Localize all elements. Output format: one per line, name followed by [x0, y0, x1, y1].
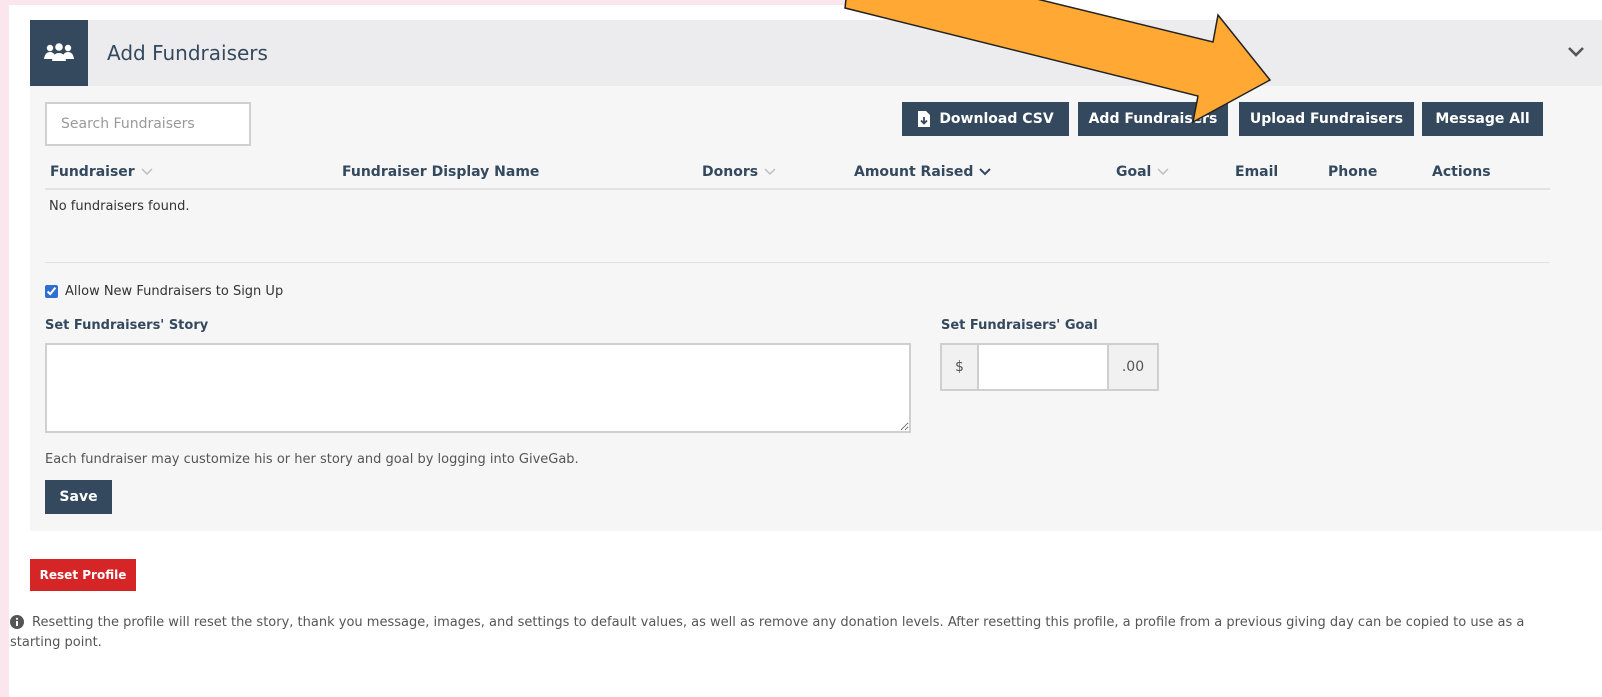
users-group-icon: [30, 20, 88, 86]
column-email: Email: [1235, 164, 1279, 180]
goal-currency-prefix: $: [942, 345, 979, 389]
allow-signup-label: Allow New Fundraisers to Sign Up: [65, 284, 284, 299]
column-donors[interactable]: Donors: [702, 164, 776, 180]
upload-fundraisers-button[interactable]: Upload Fundraisers: [1239, 102, 1414, 136]
column-phone: Phone: [1328, 164, 1378, 180]
panel-title: Add Fundraisers: [107, 41, 268, 65]
save-button[interactable]: Save: [45, 480, 112, 514]
reset-profile-button[interactable]: Reset Profile: [30, 559, 136, 591]
add-fundraisers-button[interactable]: Add Fundraisers: [1078, 102, 1228, 136]
info-circle-icon: [10, 615, 24, 629]
file-download-icon: [918, 111, 931, 127]
panel-body: Download CSV Add Fundraisers Upload Fund…: [30, 86, 1602, 531]
goal-input[interactable]: [979, 345, 1107, 389]
download-csv-label: Download CSV: [939, 111, 1054, 127]
story-textarea[interactable]: [45, 343, 911, 433]
download-csv-button[interactable]: Download CSV: [902, 102, 1069, 136]
sort-chevron-icon: [141, 168, 153, 175]
column-actions: Actions: [1432, 164, 1491, 180]
column-goal[interactable]: Goal: [1116, 164, 1169, 180]
column-amount-raised[interactable]: Amount Raised: [854, 164, 992, 180]
page-accent-top: [0, 0, 856, 5]
column-fundraiser[interactable]: Fundraiser: [50, 164, 153, 180]
goal-label: Set Fundraisers' Goal: [941, 318, 1098, 333]
story-label: Set Fundraisers' Story: [45, 318, 209, 333]
reset-info: Resetting the profile will reset the sto…: [10, 613, 1570, 653]
reset-info-text: Resetting the profile will reset the sto…: [10, 615, 1525, 650]
search-input[interactable]: [45, 102, 251, 146]
page-accent-left: [0, 0, 9, 697]
allow-signup-checkbox[interactable]: [45, 285, 58, 298]
goal-cents-suffix: .00: [1107, 345, 1157, 389]
panel-header[interactable]: Add Fundraisers: [30, 20, 1602, 86]
goal-input-group: $ .00: [940, 343, 1159, 391]
customize-help-text: Each fundraiser may customize his or her…: [45, 452, 579, 467]
sort-chevron-icon: [764, 168, 776, 175]
table-header-divider: [45, 188, 1550, 190]
column-display-name: Fundraiser Display Name: [342, 164, 540, 180]
empty-table-message: No fundraisers found.: [49, 199, 190, 214]
allow-signup-row[interactable]: Allow New Fundraisers to Sign Up: [45, 284, 283, 299]
section-divider: [45, 262, 1550, 263]
sort-chevron-active-icon: [979, 168, 992, 176]
chevron-down-icon[interactable]: [1566, 42, 1586, 62]
message-all-button[interactable]: Message All: [1422, 102, 1543, 136]
sort-chevron-icon: [1157, 168, 1169, 175]
